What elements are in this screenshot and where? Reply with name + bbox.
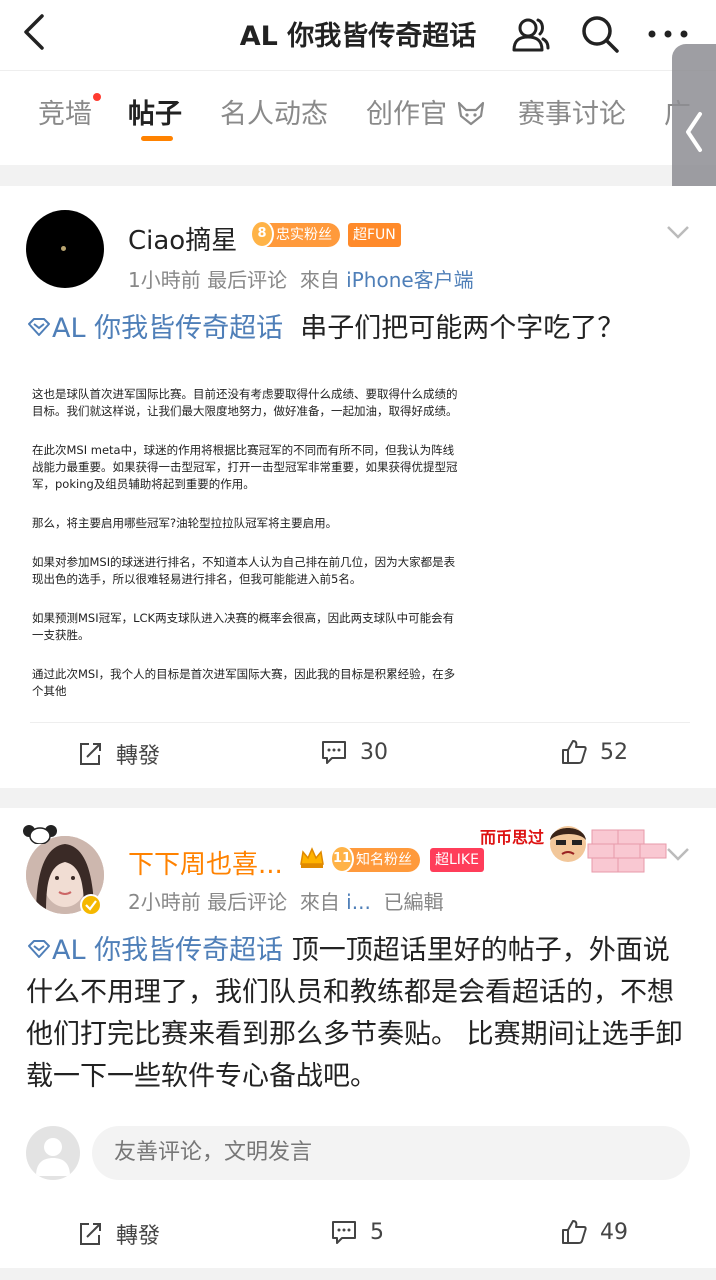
chevron-down-icon[interactable] bbox=[664, 222, 692, 242]
verified-badge-icon bbox=[80, 894, 102, 916]
image-paragraph: 如果对参加MSI的球迷进行排名，不知道本人认为自己排在前几位，因为大家都是表现出… bbox=[32, 555, 456, 586]
post-text: AL 你我皆传奇超话 串子们把可能两个字吃了？ bbox=[26, 308, 686, 350]
post-text: AL 你我皆传奇超话 顶一顶超话里好的帖子，外面说什么不用理了，我们队员和教练都… bbox=[26, 930, 690, 1098]
repost-label: 轉發 bbox=[116, 744, 161, 769]
my-avatar[interactable] bbox=[26, 1126, 80, 1180]
thumbs-up-icon bbox=[562, 1220, 587, 1244]
username[interactable]: Ciao摘星 bbox=[128, 220, 237, 257]
post-source[interactable]: i... bbox=[346, 890, 371, 914]
chevron-down-icon[interactable] bbox=[664, 844, 692, 864]
tab-creator-label: 创作官 bbox=[366, 99, 447, 130]
sticker-image: 而币思过 bbox=[480, 814, 670, 878]
tab-competition-wall[interactable]: 竞墙 bbox=[38, 92, 92, 131]
comment-count: 30 bbox=[360, 739, 388, 765]
notification-dot bbox=[93, 93, 101, 101]
post-image[interactable]: 这也是球队首次进军国际比赛。目前还没有考虑要取得什么成绩、要取得什么成绩的目标。… bbox=[32, 386, 462, 696]
like-button[interactable]: 52 bbox=[560, 738, 628, 766]
username[interactable]: 下下周也喜... bbox=[128, 844, 283, 881]
image-paragraph: 那么，将主要启用哪些冠军?油轮型拉拉队冠军将主要启用。 bbox=[32, 516, 338, 530]
diamond-icon bbox=[28, 940, 50, 958]
like-button[interactable]: 49 bbox=[560, 1218, 628, 1246]
like-count: 49 bbox=[600, 1219, 628, 1245]
post-card: 下下周也喜... 11 知名粉丝 超LIKE 而币思过 2小時前 最后评论 來自… bbox=[0, 808, 716, 1268]
panda-ears-icon bbox=[22, 822, 58, 845]
meta-from: 來自 bbox=[299, 890, 340, 914]
comment-input[interactable]: 友善评论，文明发言 bbox=[92, 1126, 690, 1180]
repost-icon bbox=[80, 743, 101, 765]
image-paragraph: 在此次MSI meta中，球迷的作用将根据比赛冠军的不同而有所不同，但我认为阵线… bbox=[32, 443, 458, 491]
topic-label: AL 你我皆传奇超话 bbox=[52, 313, 284, 344]
repost-button[interactable]: 轉發 bbox=[76, 738, 160, 770]
image-paragraph: 如果预测MSI冠军，LCK两支球队进入决赛的概率会很高，因此两支球队中可能会有一… bbox=[32, 611, 455, 642]
post-source[interactable]: iPhone客户端 bbox=[346, 268, 474, 292]
thumbs-up-icon bbox=[562, 740, 587, 764]
comment-button[interactable]: 5 bbox=[330, 1218, 384, 1246]
search-icon[interactable] bbox=[578, 12, 622, 56]
post-card: Ciao摘星 8 忠实粉丝 超FUN 1小時前 最后评论 來自 iPhone客户… bbox=[0, 186, 716, 788]
avatar[interactable] bbox=[26, 210, 104, 288]
meta-label: 最后评论 bbox=[207, 890, 288, 914]
fan-badge-label: 忠实粉丝 bbox=[276, 227, 332, 243]
repost-icon bbox=[80, 1223, 101, 1245]
like-count: 52 bbox=[600, 739, 628, 765]
comment-icon bbox=[322, 741, 346, 764]
post-time: 2小時前 bbox=[128, 890, 201, 914]
comment-count: 5 bbox=[370, 1219, 384, 1245]
meta-label: 最后评论 bbox=[207, 268, 288, 292]
image-paragraph: 这也是球队首次进军国际比赛。目前还没有考虑要取得什么成绩、要取得什么成绩的目标。… bbox=[32, 387, 458, 418]
fan-level: 8 bbox=[250, 220, 274, 248]
members-icon[interactable] bbox=[508, 12, 552, 56]
repost-label: 轉發 bbox=[116, 1224, 161, 1249]
fan-badge: 11 知名粉丝 bbox=[330, 845, 420, 873]
image-paragraph: 通过此次MSI，我个人的目标是首次进军国际大赛，因此我的目标是积累经验，在多个其… bbox=[32, 667, 456, 696]
topic-link[interactable]: AL 你我皆传奇超话 bbox=[26, 313, 283, 344]
tab-celebrity-updates[interactable]: 名人动态 bbox=[220, 92, 328, 131]
crown-icon bbox=[298, 844, 326, 872]
tab-creator[interactable]: 创作官 bbox=[366, 92, 486, 131]
tab-posts[interactable]: 帖子 bbox=[128, 92, 182, 131]
topic-label: AL 你我皆传奇超话 bbox=[52, 935, 284, 966]
fox-icon bbox=[457, 101, 484, 126]
divider bbox=[30, 1206, 690, 1207]
fan-level: 11 bbox=[330, 845, 354, 873]
active-tab-indicator bbox=[141, 136, 173, 141]
tab-match-discussion[interactable]: 赛事讨论 bbox=[518, 92, 626, 131]
comment-button[interactable]: 30 bbox=[320, 738, 388, 766]
fan-badge: 8 忠实粉丝 bbox=[250, 220, 340, 248]
top-bar: AL 你我皆传奇超话 bbox=[0, 0, 716, 70]
topic-link[interactable]: AL 你我皆传奇超话 bbox=[26, 935, 283, 966]
comment-icon bbox=[332, 1221, 356, 1244]
edited-label: 已編輯 bbox=[383, 890, 444, 914]
post-body: 串子们把可能两个字吃了？ bbox=[300, 313, 625, 344]
post-meta: 2小時前 最后评论 來自 i... 已編輯 bbox=[128, 886, 444, 915]
repost-button[interactable]: 轉發 bbox=[76, 1218, 160, 1250]
super-badge: 超FUN bbox=[348, 223, 401, 247]
diamond-icon bbox=[28, 318, 50, 336]
meta-from: 來自 bbox=[299, 268, 340, 292]
post-time: 1小時前 bbox=[128, 268, 201, 292]
post-meta: 1小時前 最后评论 來自 iPhone客户端 bbox=[128, 264, 474, 293]
super-badge: 超LIKE bbox=[430, 848, 484, 872]
fan-badge-label: 知名粉丝 bbox=[356, 852, 412, 868]
divider bbox=[30, 722, 690, 723]
